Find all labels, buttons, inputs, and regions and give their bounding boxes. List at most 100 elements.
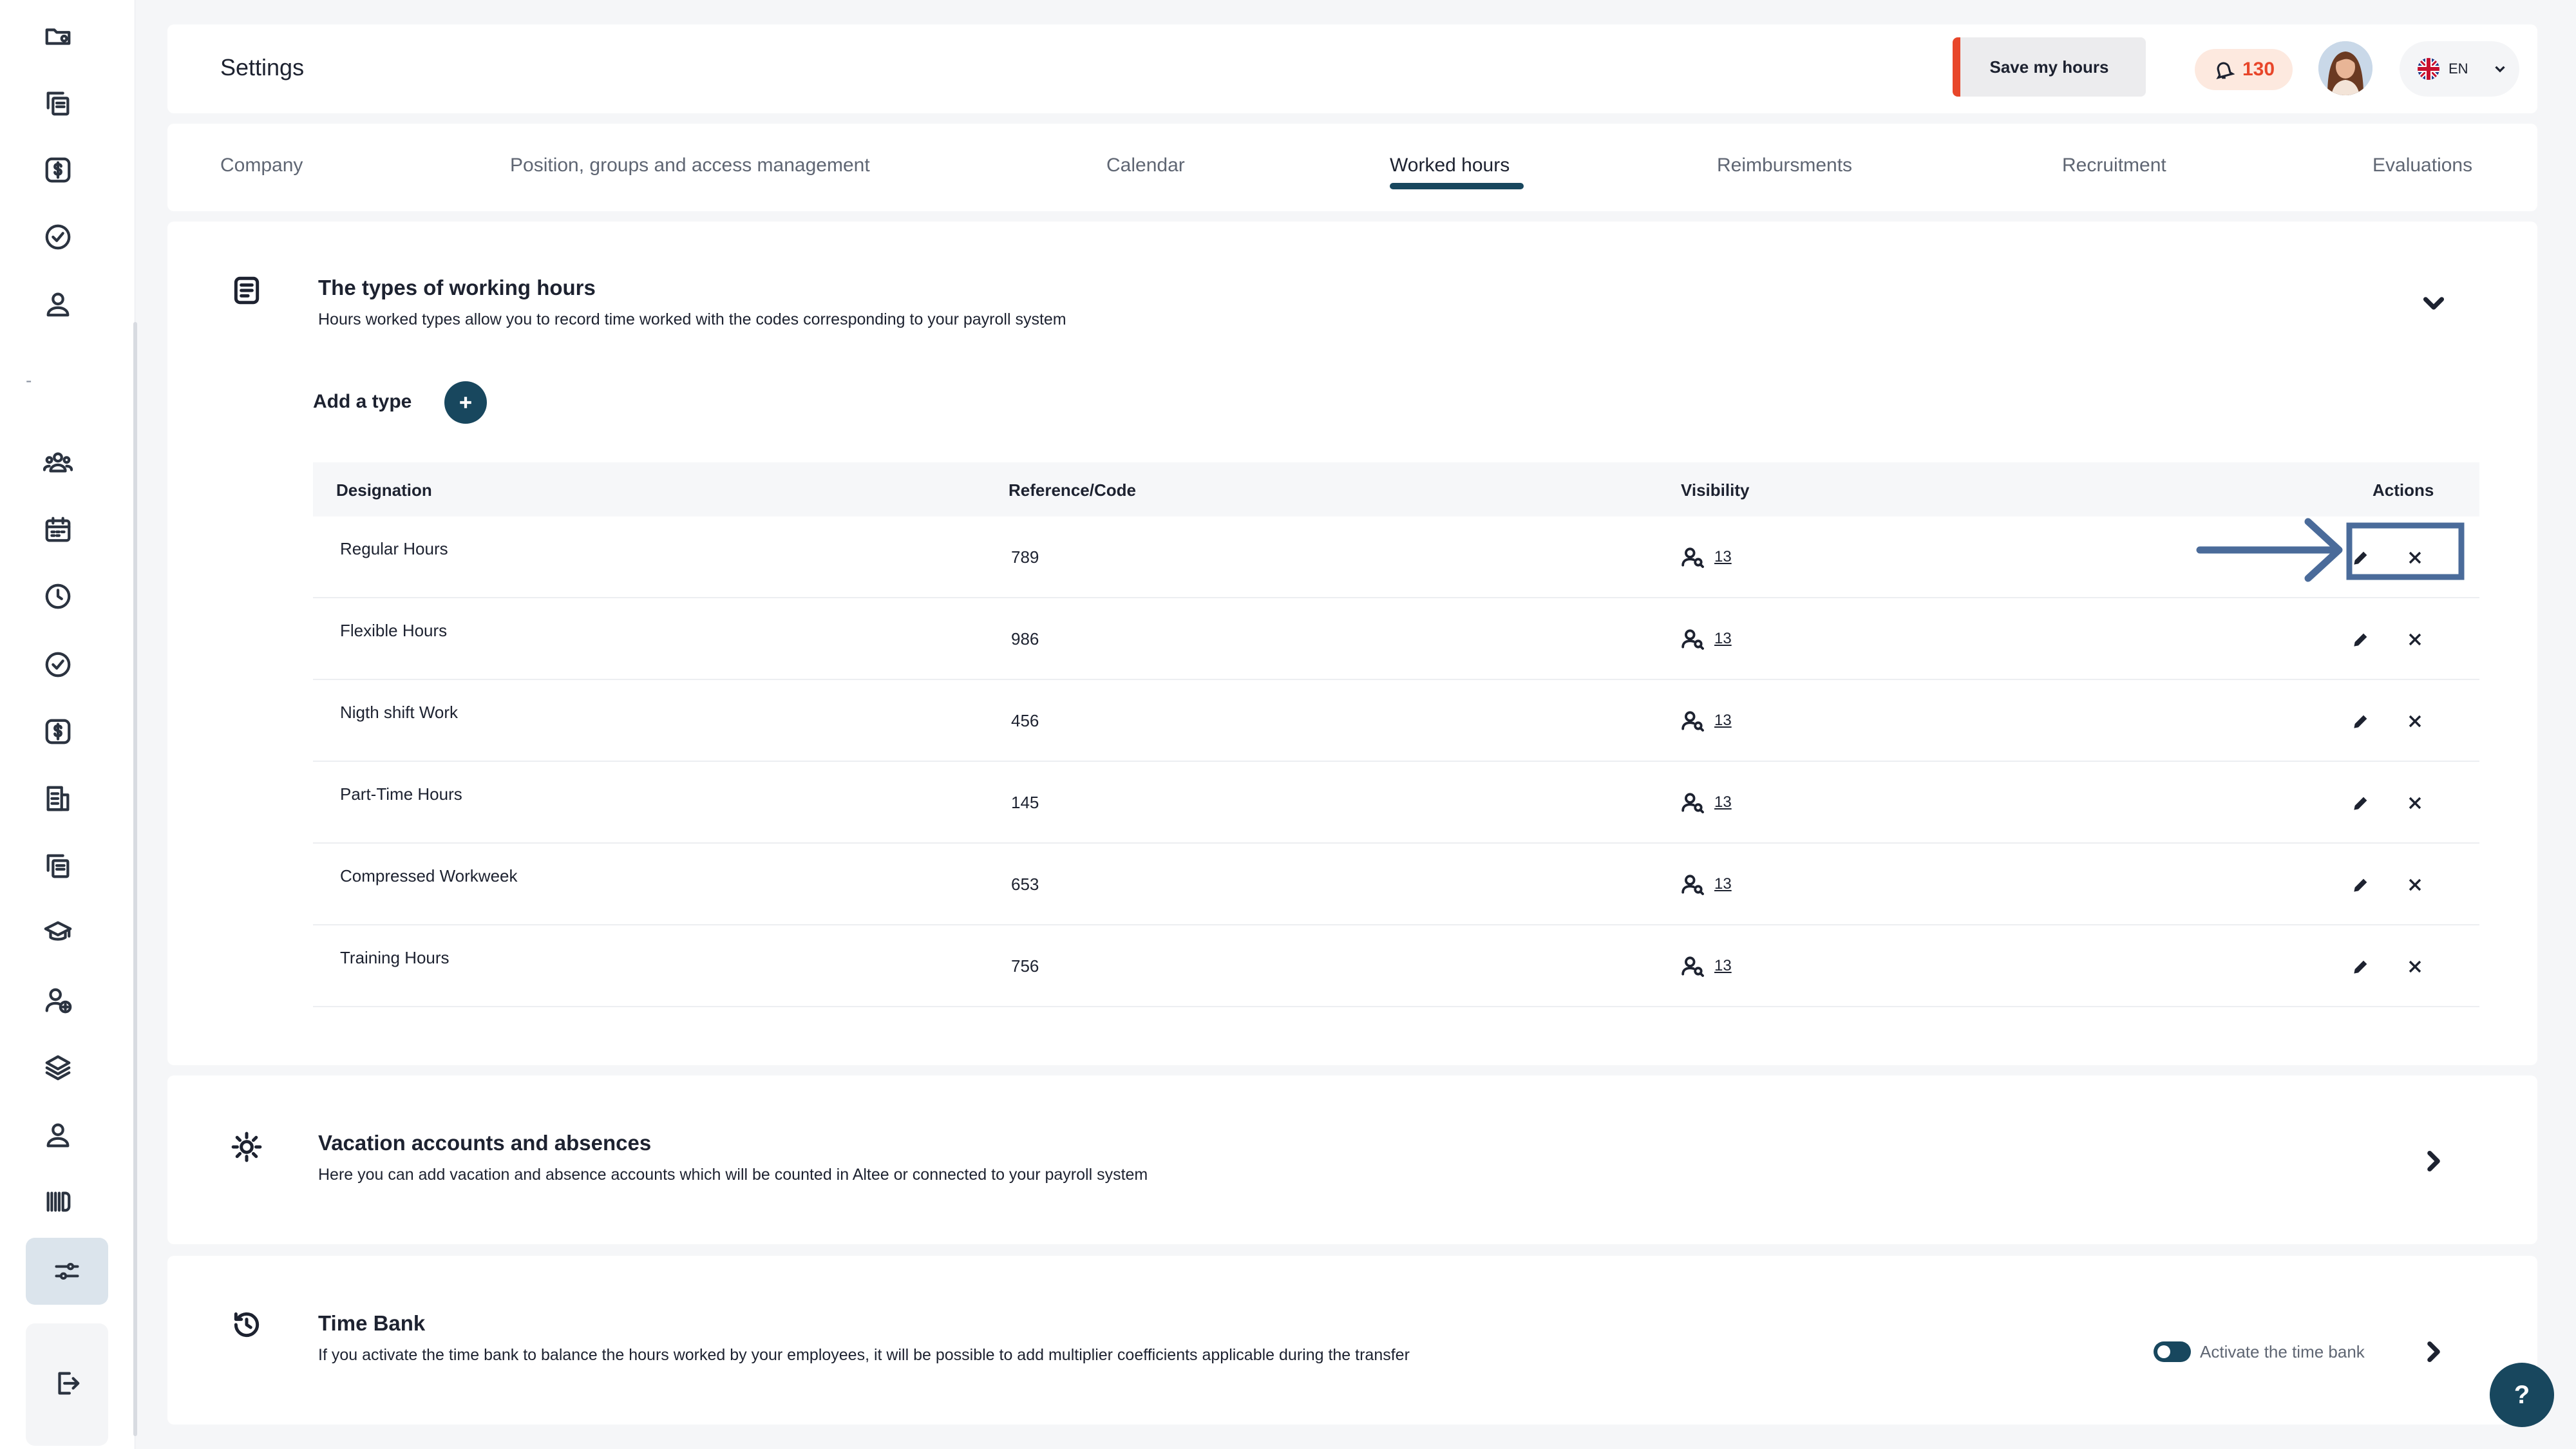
row-designation: Regular Hours bbox=[340, 539, 448, 558]
user-search-icon bbox=[1681, 629, 1704, 650]
logout-icon[interactable] bbox=[26, 1323, 108, 1446]
row-visibility[interactable]: 13 bbox=[1681, 954, 1732, 978]
uk-flag-icon bbox=[2418, 58, 2439, 80]
row-visibility[interactable]: 13 bbox=[1681, 545, 1732, 569]
table-row: Compressed Workweek 653 13 bbox=[313, 844, 2479, 925]
row-designation: Training Hours bbox=[340, 948, 450, 967]
user-icon[interactable] bbox=[40, 286, 76, 322]
clock-icon[interactable] bbox=[40, 578, 76, 614]
row-code: 789 bbox=[1011, 547, 1039, 567]
notifications-count: 130 bbox=[2242, 59, 2275, 80]
save-my-hours-label: Save my hours bbox=[1989, 57, 2109, 77]
sidebar-divider: - bbox=[26, 370, 32, 390]
close-icon[interactable] bbox=[2405, 875, 2425, 895]
visibility-count[interactable]: 13 bbox=[1714, 875, 1732, 893]
clock-history-icon bbox=[231, 1309, 263, 1341]
row-visibility[interactable]: 13 bbox=[1681, 790, 1732, 815]
graduation-cap-icon[interactable] bbox=[40, 914, 76, 951]
language-selector[interactable]: EN bbox=[2400, 41, 2519, 97]
row-designation: Nigth shift Work bbox=[340, 703, 459, 722]
tab-evaluations[interactable]: Evaluations bbox=[2372, 155, 2472, 176]
help-button[interactable]: ? bbox=[2490, 1363, 2554, 1427]
visibility-count[interactable]: 13 bbox=[1714, 957, 1732, 975]
tab-position-groups-access[interactable]: Position, groups and access management bbox=[510, 155, 870, 176]
column-actions: Actions bbox=[2372, 480, 2434, 500]
column-code: Reference/Code bbox=[1009, 480, 1136, 500]
users-group-icon[interactable] bbox=[40, 444, 76, 480]
working-hours-title: The types of working hours bbox=[318, 276, 596, 299]
table-row: Regular Hours 789 13 bbox=[313, 516, 2479, 598]
settings-sliders-icon[interactable] bbox=[26, 1238, 108, 1305]
user-search-icon bbox=[1681, 793, 1704, 813]
row-visibility[interactable]: 13 bbox=[1681, 708, 1732, 733]
plus-icon bbox=[460, 397, 471, 408]
row-code: 145 bbox=[1011, 793, 1039, 812]
layers-icon[interactable] bbox=[40, 1050, 76, 1086]
visibility-count[interactable]: 13 bbox=[1714, 793, 1732, 811]
close-icon[interactable] bbox=[2405, 956, 2425, 977]
active-tab-indicator bbox=[1390, 183, 1524, 189]
visibility-count[interactable]: 13 bbox=[1714, 712, 1732, 730]
dollar-icon[interactable] bbox=[40, 152, 76, 188]
table-row: Nigth shift Work 456 13 bbox=[313, 680, 2479, 762]
copy-icon[interactable] bbox=[40, 85, 76, 121]
folder-user-icon[interactable] bbox=[40, 18, 76, 54]
check-circle-icon[interactable] bbox=[40, 219, 76, 255]
visibility-count[interactable]: 13 bbox=[1714, 548, 1732, 566]
table-row: Flexible Hours 986 13 bbox=[313, 598, 2479, 680]
vacation-panel: Vacation accounts and absences Here you … bbox=[167, 1075, 2537, 1244]
chevron-right-icon[interactable] bbox=[2418, 1145, 2450, 1177]
tab-company[interactable]: Company bbox=[220, 155, 303, 176]
chevron-right-icon[interactable] bbox=[2418, 1336, 2450, 1368]
row-code: 456 bbox=[1011, 711, 1039, 730]
column-visibility: Visibility bbox=[1681, 480, 1750, 500]
dollar-icon[interactable] bbox=[40, 714, 76, 750]
avatar[interactable] bbox=[2318, 41, 2372, 95]
user-search-icon bbox=[1681, 711, 1704, 732]
row-designation: Compressed Workweek bbox=[340, 866, 518, 886]
annotation-arrow-icon bbox=[2196, 518, 2465, 582]
tab-recruitment[interactable]: Recruitment bbox=[2062, 155, 2166, 176]
time-bank-description: If you activate the time bank to balance… bbox=[318, 1346, 1410, 1364]
edit-icon[interactable] bbox=[2351, 711, 2371, 732]
user-icon[interactable] bbox=[40, 1117, 76, 1153]
user-add-icon[interactable] bbox=[40, 983, 76, 1019]
edit-icon[interactable] bbox=[2351, 875, 2371, 895]
add-type-button[interactable] bbox=[444, 381, 487, 424]
sidebar-scrollbar[interactable] bbox=[133, 322, 137, 1436]
edit-icon[interactable] bbox=[2351, 629, 2371, 650]
notifications-button[interactable]: 130 bbox=[2195, 49, 2293, 90]
check-circle-icon[interactable] bbox=[40, 647, 76, 683]
row-code: 756 bbox=[1011, 956, 1039, 976]
row-visibility[interactable]: 13 bbox=[1681, 627, 1732, 651]
tab-reimbursments[interactable]: Reimbursments bbox=[1717, 155, 1852, 176]
settings-tabs: Company Position, groups and access mana… bbox=[167, 124, 2537, 211]
user-search-icon bbox=[1681, 956, 1704, 977]
table-row: Training Hours 756 13 bbox=[313, 925, 2479, 1007]
working-hours-table: Designation Reference/Code Visibility Ac… bbox=[313, 462, 2479, 1007]
tab-worked-hours[interactable]: Worked hours bbox=[1390, 155, 1510, 176]
row-designation: Flexible Hours bbox=[340, 621, 448, 640]
user-search-icon bbox=[1681, 547, 1704, 568]
close-icon[interactable] bbox=[2405, 793, 2425, 813]
barcode-icon[interactable] bbox=[40, 1184, 76, 1220]
save-my-hours-button[interactable]: Save my hours bbox=[1953, 37, 2146, 97]
chevron-down-icon bbox=[2492, 61, 2508, 77]
calendar-icon[interactable] bbox=[40, 511, 76, 547]
working-hours-panel: The types of working hours Hours worked … bbox=[167, 222, 2537, 1065]
close-icon[interactable] bbox=[2405, 629, 2425, 650]
table-row: Part-Time Hours 145 13 bbox=[313, 762, 2479, 844]
edit-icon[interactable] bbox=[2351, 793, 2371, 813]
column-designation: Designation bbox=[336, 480, 432, 500]
edit-icon[interactable] bbox=[2351, 956, 2371, 977]
report-icon[interactable] bbox=[40, 781, 76, 817]
visibility-count[interactable]: 13 bbox=[1714, 630, 1732, 648]
user-search-icon bbox=[1681, 875, 1704, 895]
copy-icon[interactable] bbox=[40, 848, 76, 884]
header: Settings Save my hours 130 EN bbox=[167, 24, 2537, 113]
close-icon[interactable] bbox=[2405, 711, 2425, 732]
row-visibility[interactable]: 13 bbox=[1681, 872, 1732, 896]
time-bank-toggle[interactable] bbox=[2154, 1341, 2191, 1362]
chevron-down-icon[interactable] bbox=[2418, 287, 2450, 319]
tab-calendar[interactable]: Calendar bbox=[1106, 155, 1185, 176]
